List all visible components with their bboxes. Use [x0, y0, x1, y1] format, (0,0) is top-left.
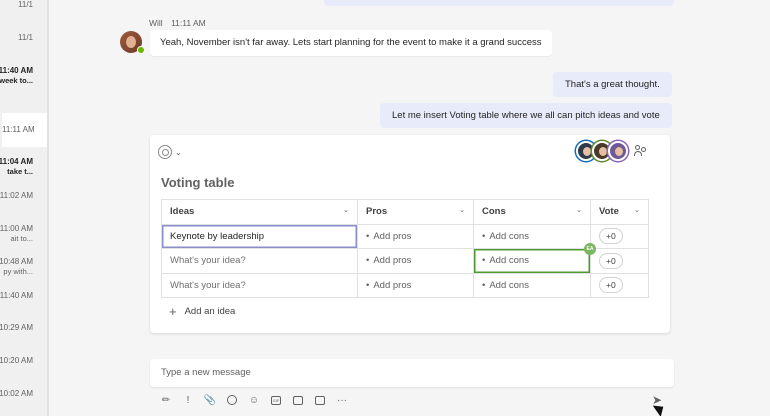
idea-cell[interactable]: What's your idea? — [161, 248, 358, 274]
add-idea-button[interactable]: + Add an idea — [169, 303, 236, 319]
chat-item-time[interactable]: 11/1 — [18, 0, 33, 9]
chat-item-time[interactable]: 10:02 AM — [0, 389, 33, 398]
chat-item-preview: ait to... — [10, 234, 33, 243]
loop-icon — [158, 145, 172, 159]
collaborator-avatars[interactable] — [576, 141, 628, 161]
chat-item-preview: take t... — [7, 167, 33, 176]
vote-button[interactable]: +0 — [599, 277, 623, 294]
chat-item-preview: py with... — [3, 267, 33, 276]
pros-cell[interactable]: • Add pros — [357, 248, 474, 274]
add-idea-label: Add an idea — [184, 306, 236, 317]
message-compose-box[interactable]: Type a new message — [150, 359, 674, 387]
table-row: What's your idea? • Add pros • Add cons EA … — [161, 243, 649, 274]
more-icon[interactable]: ··· — [334, 392, 350, 408]
chat-item-time[interactable]: 11/1 — [18, 33, 33, 42]
collaborator-avatar[interactable] — [608, 141, 628, 161]
vote-cell: +0 — [590, 223, 649, 249]
outgoing-message[interactable]: That's a great thought. — [553, 72, 672, 97]
column-header-ideas[interactable]: Ideas ⌄ — [161, 199, 358, 225]
presence-available-icon — [137, 46, 145, 54]
emoji-icon[interactable]: ☺ — [246, 392, 262, 408]
outgoing-message[interactable]: Let me insert Voting table where we all … — [380, 103, 672, 128]
previous-message-bubble — [324, 0, 674, 6]
idea-cell[interactable]: Keynote by leadership — [161, 223, 358, 249]
idea-cell[interactable]: What's your idea? — [161, 272, 358, 298]
chat-item-time[interactable]: 11:02 AM — [0, 191, 33, 200]
vote-cell: +0 — [590, 248, 649, 274]
column-header-vote[interactable]: Vote ⌄ — [590, 199, 649, 225]
pros-cell[interactable]: • Add pros — [357, 272, 474, 298]
chat-item[interactable]: 11:00 AM ait to... — [0, 224, 33, 243]
plus-icon: + — [169, 303, 177, 319]
chat-item-preview: week to... — [0, 76, 33, 85]
people-share-icon[interactable] — [634, 145, 648, 157]
vote-cell: +0 — [590, 272, 649, 298]
vote-button[interactable]: +0 — [599, 228, 623, 245]
chat-item-time: 11:04 AM — [0, 157, 33, 166]
compose-placeholder: Type a new message — [161, 367, 251, 378]
chevron-down-icon: ⌄ — [175, 147, 182, 157]
chat-item[interactable]: 10:48 AM py with... — [0, 257, 33, 276]
sender-name: Will — [149, 18, 163, 28]
schedule-icon[interactable] — [312, 392, 328, 408]
pros-cell[interactable]: • Add pros — [357, 223, 474, 249]
table-row: Keynote by leadership • Add pros • Add con… — [161, 223, 649, 249]
message-time: 11:11 AM — [171, 18, 206, 28]
compose-toolbar: ✏ ! 📎 ☺ GIF ··· — [158, 392, 350, 408]
loop-icon[interactable] — [224, 392, 240, 408]
attach-icon[interactable]: 📎 — [202, 392, 218, 408]
divider — [48, 0, 49, 416]
message-meta: Will 11:11 AM — [149, 18, 212, 28]
cons-cell[interactable]: • Add cons — [473, 272, 591, 298]
incoming-message[interactable]: Yeah, November isn't far away. Lets star… — [150, 30, 552, 56]
voting-table: Ideas ⌄ Pros ⌄ Cons ⌄ Vote ⌄ Keynote by lead… — [161, 199, 649, 298]
cons-cell[interactable]: • Add cons — [473, 223, 591, 249]
chevron-down-icon[interactable]: ⌄ — [459, 206, 465, 214]
chat-item[interactable]: 11:04 AM take t... — [0, 157, 33, 176]
loop-menu-button[interactable]: ⌄ — [158, 143, 182, 161]
column-header-pros[interactable]: Pros ⌄ — [357, 199, 474, 225]
chat-item-time: 10:48 AM — [0, 257, 33, 266]
chevron-down-icon[interactable]: ⌄ — [634, 206, 640, 214]
loop-component-card: ⌄ Voting table Ideas ⌄ Pros ⌄ Cons ⌄ Vote ⌄ … — [150, 135, 670, 333]
chat-item-active[interactable]: 11:11 AM — [2, 113, 47, 147]
chevron-down-icon[interactable]: ⌄ — [576, 206, 582, 214]
card-title: Voting table — [161, 175, 235, 190]
chat-item-time: 11:00 AM — [0, 224, 33, 233]
column-header-cons[interactable]: Cons ⌄ — [473, 199, 591, 225]
chat-list: 11/1 11/1 11:40 AM week to... 11:11 AM 1… — [0, 0, 48, 416]
sticker-icon[interactable] — [290, 392, 306, 408]
chat-item[interactable]: 11:40 AM week to... — [0, 66, 33, 85]
table-header-row: Ideas ⌄ Pros ⌄ Cons ⌄ Vote ⌄ — [161, 199, 649, 225]
gif-icon[interactable]: GIF — [268, 392, 284, 408]
priority-icon[interactable]: ! — [180, 392, 196, 408]
cons-cell-coauthoring[interactable]: • Add cons EA — [473, 243, 596, 274]
vote-button[interactable]: +0 — [599, 252, 623, 269]
table-row: What's your idea? • Add pros • Add cons +0 — [161, 272, 649, 298]
chat-item-time[interactable]: 10:20 AM — [0, 356, 33, 365]
chat-item-time[interactable]: 10:29 AM — [0, 323, 33, 332]
chevron-down-icon[interactable]: ⌄ — [343, 206, 349, 214]
mouse-cursor-icon — [652, 400, 668, 416]
coauthor-badge: EA — [584, 243, 596, 255]
chat-item-time: 11:40 AM — [0, 66, 33, 75]
chat-item-time[interactable]: 11:40 AM — [0, 291, 33, 300]
format-icon[interactable]: ✏ — [158, 392, 174, 408]
